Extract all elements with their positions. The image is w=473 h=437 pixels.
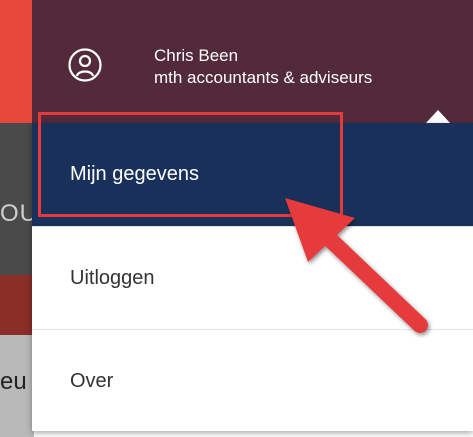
user-company: mth accountants & adviseurs [154, 68, 373, 87]
menu-item-over[interactable]: Over [32, 329, 473, 432]
background-accent-section [0, 275, 34, 335]
dropdown-caret [425, 110, 451, 124]
background-header-strip [0, 0, 32, 123]
account-header[interactable]: Chris Been mth accountants & adviseurs [32, 0, 473, 123]
screen: OU eu Chris Been mth accountants & advis… [0, 0, 473, 437]
menu-item-uitloggen[interactable]: Uitloggen [32, 226, 473, 329]
background-text-fragment: OU [0, 200, 34, 227]
background-text-fragment-2: eu [0, 368, 27, 395]
user-avatar-icon [68, 48, 102, 82]
annotation-highlight-box [38, 112, 343, 217]
user-name: Chris Been [154, 46, 239, 65]
